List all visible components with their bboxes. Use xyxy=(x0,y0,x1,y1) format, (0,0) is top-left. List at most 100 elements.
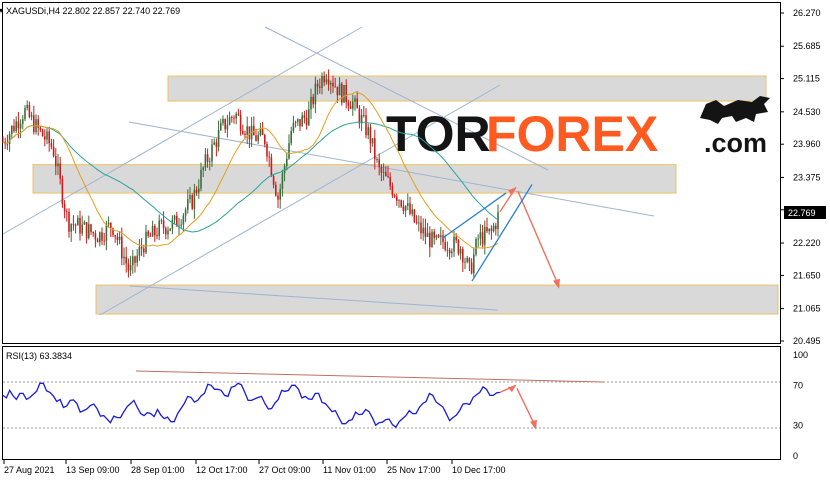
candle-body xyxy=(484,227,486,245)
candle-body xyxy=(118,236,121,240)
candle-body xyxy=(455,236,457,241)
candle-body xyxy=(33,115,35,133)
current-price-tag: 22.769 xyxy=(784,206,826,219)
candle-body xyxy=(13,125,15,132)
candle-body xyxy=(255,135,257,141)
candle-body xyxy=(138,247,141,256)
candle-body xyxy=(114,235,116,237)
candle-body xyxy=(264,134,266,145)
forecast-down-arrow xyxy=(517,191,560,288)
candle-body xyxy=(244,133,246,136)
rsi-pane-frame xyxy=(2,346,781,460)
price-tick-label: 20.495 xyxy=(793,336,821,346)
candle-body xyxy=(6,143,9,145)
candle-body xyxy=(261,129,264,135)
candle-body xyxy=(189,195,191,200)
candle-body xyxy=(30,115,33,117)
candle-body xyxy=(433,231,435,238)
candle-body xyxy=(393,195,396,197)
candle-body xyxy=(404,205,407,211)
candle-body xyxy=(288,143,290,159)
trading-chart: TOR FOREX .com XAGUSDi,H4 22.802 22.857 … xyxy=(0,2,826,475)
candle-body xyxy=(378,159,380,168)
symbol-info-icon: ▾ xyxy=(0,6,3,15)
candle-body xyxy=(266,144,268,157)
candle-body xyxy=(211,144,213,162)
candle-body xyxy=(28,104,31,117)
candle-body xyxy=(402,206,405,211)
candle-body xyxy=(374,138,376,160)
candle-body xyxy=(294,121,297,123)
candle-body xyxy=(281,173,284,190)
candle-body xyxy=(224,118,226,130)
candle-body xyxy=(453,236,455,252)
candle-body xyxy=(77,217,79,226)
time-tick-label: 13 Sep 09:00 xyxy=(66,465,120,475)
time-tick-label: 27 Oct 09:00 xyxy=(259,465,311,475)
candle-body xyxy=(46,131,48,140)
torforex-watermark: TOR FOREX .com xyxy=(386,96,770,162)
candle-body xyxy=(48,131,50,144)
candle-body xyxy=(418,222,420,224)
candle-body xyxy=(217,130,220,147)
candle-body xyxy=(332,82,334,87)
price-tick-label: 23.375 xyxy=(793,172,821,182)
candle-body xyxy=(376,159,378,160)
candle-body xyxy=(222,118,224,124)
price-tick-label: 26.270 xyxy=(793,8,821,18)
candle-body xyxy=(182,215,185,225)
price-tick-label: 25.115 xyxy=(793,74,820,84)
candle-body xyxy=(99,232,101,243)
candle-body xyxy=(270,157,273,176)
candle-body xyxy=(88,224,90,239)
candle-body xyxy=(39,127,42,130)
price-tick-label: 21.065 xyxy=(793,304,821,314)
candle-body xyxy=(492,225,495,231)
candle-body xyxy=(459,248,462,254)
candle-body xyxy=(479,232,482,239)
symbol-info: XAGUSDi,H4 22.802 22.857 22.740 22.769 xyxy=(6,6,180,16)
candle-body xyxy=(169,228,171,231)
candle-body xyxy=(105,224,108,241)
candle-body xyxy=(268,156,270,158)
candle-body xyxy=(149,235,152,237)
candle-body xyxy=(292,122,295,132)
price-zone xyxy=(167,75,767,102)
candle-body xyxy=(380,167,383,173)
rsi-line xyxy=(2,382,500,429)
candle-body xyxy=(457,240,460,254)
candle-body xyxy=(312,96,314,105)
candle-body xyxy=(343,85,345,103)
candle-body xyxy=(495,225,497,229)
candle-body xyxy=(253,125,255,136)
candle-body xyxy=(462,248,464,263)
candle-body xyxy=(85,222,88,239)
candle-body xyxy=(213,142,215,145)
candle-body xyxy=(92,232,94,234)
wedge-upper-line xyxy=(441,192,507,240)
candle-body xyxy=(272,175,275,185)
candle-body xyxy=(316,83,319,87)
price-tick-label: 24.530 xyxy=(793,107,821,117)
candle-body xyxy=(156,235,158,237)
candle-body xyxy=(180,224,182,226)
candle-body xyxy=(237,113,240,115)
candle-body xyxy=(191,195,193,209)
candle-body xyxy=(11,125,13,135)
candle-body xyxy=(385,171,387,177)
candle-body xyxy=(279,189,281,200)
candle-body xyxy=(200,169,202,189)
candle-body xyxy=(17,121,20,129)
candle-body xyxy=(136,255,138,263)
price-tick-label: 21.650 xyxy=(793,270,821,280)
candle-body xyxy=(233,117,235,119)
candle-body xyxy=(464,261,466,263)
candle-body xyxy=(220,123,222,131)
candle-body xyxy=(327,79,330,85)
candle-body xyxy=(358,108,361,124)
candle-body xyxy=(440,235,442,237)
candle-body xyxy=(101,232,103,241)
time-tick-label: 25 Nov 17:00 xyxy=(387,465,441,475)
candle-body xyxy=(215,142,218,147)
price-tick-label: 22.220 xyxy=(793,238,821,248)
